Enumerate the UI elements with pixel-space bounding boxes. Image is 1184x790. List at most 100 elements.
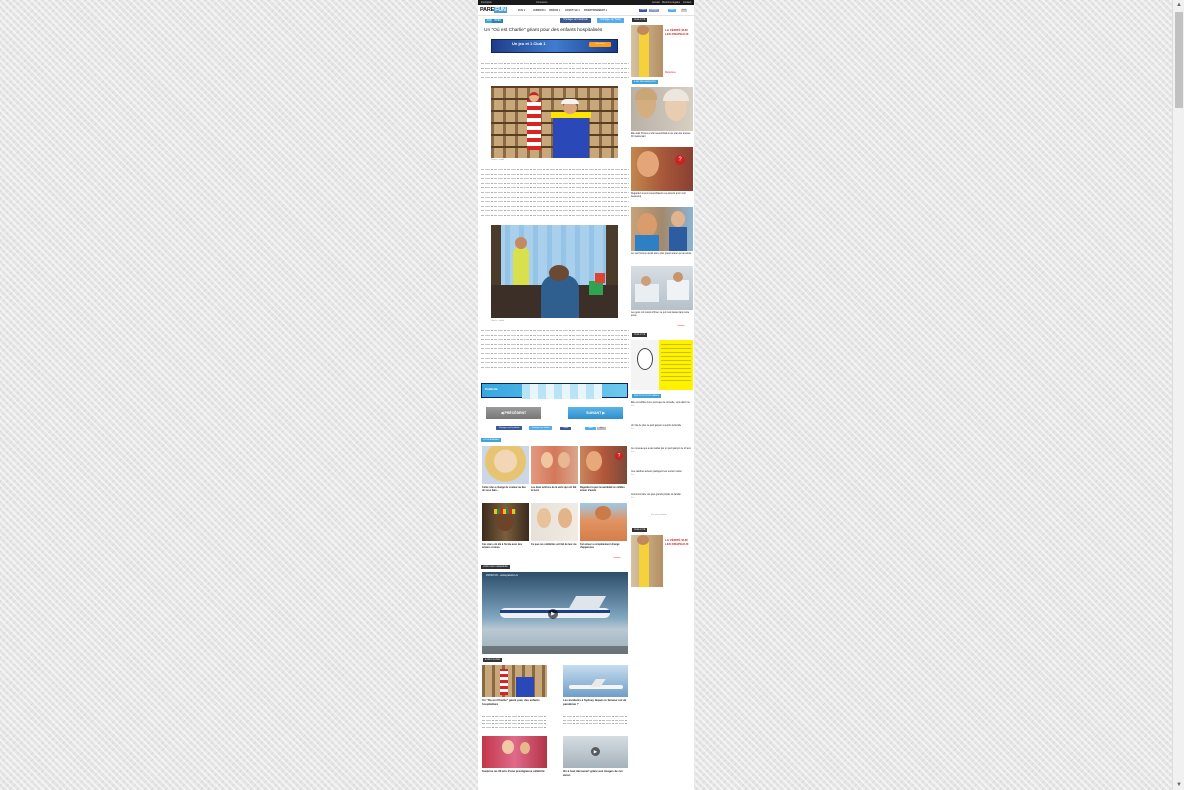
sidebar-ad-3[interactable]: LA VÉRITÉ SUR LES DRAPEAUX	[631, 535, 693, 587]
latest-thumb-4[interactable]: ▶	[563, 736, 628, 768]
main-nav: PAREFUN FUN ▾ HUMOUR ▾ VIDÉOS ▾ LIFESTYL…	[478, 5, 694, 16]
related-thumb-3[interactable]: ?	[580, 446, 627, 484]
scroll-down-arrow-icon[interactable]: ▼	[1173, 780, 1184, 790]
previous-button[interactable]: ◀ PRÉCÉDENT	[486, 407, 541, 419]
ad-label: Publicité	[485, 387, 498, 391]
next-button[interactable]: SUIVANT ▶	[568, 407, 623, 419]
sidebar-feat-3[interactable]: Ce nouveau jeu a été réalisé par un peti…	[631, 448, 693, 454]
related-thumb-1[interactable]	[482, 446, 529, 484]
scroll-up-arrow-icon[interactable]: ▲	[1173, 0, 1184, 10]
sidebar-thumb-3[interactable]	[631, 207, 693, 251]
sidebar-thumb-4[interactable]	[631, 266, 693, 310]
related-thumb-2[interactable]	[531, 446, 578, 484]
share-button[interactable]: Partager	[649, 9, 659, 12]
signup-link[interactable]: Inscription	[481, 1, 492, 4]
sidebar-ad-1-sub: Réponses	[665, 71, 676, 74]
sidebar-feat-2[interactable]: Un fois de plus ce petit garçon a surpri…	[631, 425, 693, 431]
paragraph-2	[481, 167, 629, 218]
sidebar-ad-2[interactable]	[631, 340, 693, 390]
login-link[interactable]: Connexion	[536, 1, 547, 4]
latest-section-label: À DÉCOUVRIR	[483, 658, 503, 662]
outbrain-marker[interactable]: Outbrain	[613, 557, 621, 559]
related-title-1[interactable]: Cette robe a changé de couleur au lieu d…	[482, 486, 529, 492]
banner-text: Un jeu et 1 Club 1	[512, 41, 546, 46]
sidebar-label-2: À NE PAS MANQUER	[632, 80, 658, 84]
latest-thumb-3[interactable]	[482, 736, 547, 768]
related-thumb-6[interactable]	[580, 503, 627, 541]
like-button[interactable]: J'aime	[639, 9, 647, 12]
home-link[interactable]: Accueil	[652, 1, 660, 4]
article-photo-1	[491, 86, 618, 158]
gplus-count[interactable]: G+1	[597, 427, 607, 430]
video-player[interactable]: FROM UK - www.parefun.tv ▶	[482, 572, 628, 654]
gplus-button[interactable]: G+1	[681, 9, 687, 12]
sidebar-label-4: LES PLUS POPULAIRES	[632, 394, 662, 398]
latest-title-2[interactable]: Les incidents à Sydney depuis le fameux …	[563, 698, 628, 706]
related-title-6[interactable]: Cet acteur a complètement changé d'appar…	[580, 543, 627, 549]
video-title: FROM UK - www.parefun.tv	[486, 574, 518, 577]
sidebar-more-link[interactable]: Voir plus d'articles	[651, 514, 667, 516]
play-icon-small[interactable]: ▶	[591, 747, 600, 756]
sidebar-feat-4[interactable]: Ces célèbres acteurs partagent leur anci…	[631, 471, 693, 477]
article-photo-2	[491, 225, 618, 318]
sidebar-ad-1[interactable]: LA VÉRITÉ SUR LES DRAPEAUX Réponses	[631, 25, 693, 77]
latest-title-1[interactable]: Un "Où est Charlie" géant pour des enfan…	[482, 698, 547, 706]
related-title-3[interactable]: Regardez à quoi ressemblait ce célèbre a…	[580, 486, 627, 492]
site-logo[interactable]: PAREFUN	[480, 7, 507, 13]
arrow-right-icon: ▶	[601, 411, 605, 415]
mid-banner-ad[interactable]: Publicité	[481, 383, 628, 399]
facebook-share-button[interactable]: f Partager sur Facebook	[560, 18, 591, 23]
nav-lifestyle[interactable]: LIFESTYLE ▾	[565, 9, 580, 12]
fb-like-count[interactable]: J'aime	[560, 427, 572, 430]
paragraph-1	[481, 61, 629, 80]
latest-title-3[interactable]: Surprise au 30 ans d'une prestigieuse cé…	[482, 769, 547, 774]
sidebar-title-1[interactable]: Elle avait 94 ans et elle ressemblait à …	[631, 133, 693, 139]
latest-title-4[interactable]: On a tout découvert grâce aux images de …	[563, 769, 628, 777]
sidebar-ad-label-2: PUBLICITÉ	[632, 333, 648, 337]
nav-fun[interactable]: FUN ▾	[518, 9, 525, 12]
sidebar-outbrain-marker[interactable]: Outbrain	[677, 325, 685, 327]
banner-cta[interactable]: Découvrir	[589, 42, 611, 47]
tag-video[interactable]: VIDÉO	[492, 19, 504, 23]
sidebar-thumb-2[interactable]: ?	[631, 147, 693, 191]
sidebar-title-2[interactable]: Regardez à quoi ressemblaient ces acteur…	[631, 193, 693, 199]
related-section-label: VOUS AIMEREZ	[481, 438, 502, 442]
scroll-thumb[interactable]	[1175, 12, 1183, 108]
twitter-share-button-2[interactable]: Partager sur Twitter	[529, 426, 553, 430]
related-title-2[interactable]: Les deux actrices de la série qui ont fa…	[531, 486, 578, 492]
video-controls[interactable]	[482, 646, 628, 654]
latest-thumb-1[interactable]	[482, 665, 547, 697]
latest-excerpt-2	[563, 714, 628, 725]
related-title-5[interactable]: Ce que ces célébrités ont fait de leur v…	[531, 543, 578, 546]
top-banner-ad[interactable]: Un jeu et 1 Club 1 Découvrir	[491, 39, 618, 53]
sidebar-ad-label-1: PUBLICITÉ	[632, 18, 648, 22]
sidebar-ad-3-text: LA VÉRITÉ SUR LES DRAPEAUX	[665, 538, 689, 546]
related-thumb-4[interactable]	[482, 503, 529, 541]
sidebar-title-3[interactable]: Ce vieil homme aurait été le plus grand …	[631, 253, 693, 256]
paragraph-3	[481, 328, 629, 370]
scrollbar[interactable]: ▲ ▼	[1172, 0, 1184, 790]
latest-thumb-2[interactable]	[563, 665, 628, 697]
related-thumb-5[interactable]	[531, 503, 578, 541]
follow-button[interactable]: Suivre	[668, 9, 676, 12]
contact-link[interactable]: Contact	[683, 1, 691, 4]
facebook-share-button-2[interactable]: Partager sur Facebook	[496, 426, 523, 430]
sidebar-ad-1-text: LA VÉRITÉ SUR LES DRAPEAUX	[665, 28, 689, 36]
nav-divertissement[interactable]: DIVERTISSEMENT ▾	[584, 9, 607, 12]
tweet-count[interactable]: Tweet	[585, 427, 596, 430]
photo-2-caption: Source : reddit	[491, 320, 505, 322]
sidebar-title-4[interactable]: Les gens ont réussi à filmer ce qui s'es…	[631, 312, 693, 318]
article-title: Un "Où est Charlie" géant pour des enfan…	[484, 28, 603, 33]
legal-link[interactable]: Mentions légales	[662, 1, 680, 4]
sidebar-feat-5[interactable]: Comment faire vos plus grands photos de …	[631, 494, 693, 500]
latest-excerpt-1	[482, 714, 547, 729]
play-icon[interactable]: ▶	[548, 609, 558, 619]
sidebar-thumb-1[interactable]	[631, 87, 693, 131]
nav-humour[interactable]: HUMOUR ▾	[533, 9, 546, 12]
nav-videos[interactable]: VIDÉOS ▾	[549, 9, 560, 12]
related-title-4[interactable]: Ces stars ont été à l'école avec des act…	[482, 543, 529, 549]
sidebar-ad-label-3: PUBLICITÉ	[632, 528, 648, 532]
sidebar-feat-1[interactable]: Elle est coiffée d'une perruque de coméd…	[631, 402, 693, 408]
photo-1-caption: Source : reddit	[491, 159, 505, 161]
twitter-share-button[interactable]: t Partager sur Twitter	[597, 18, 625, 23]
